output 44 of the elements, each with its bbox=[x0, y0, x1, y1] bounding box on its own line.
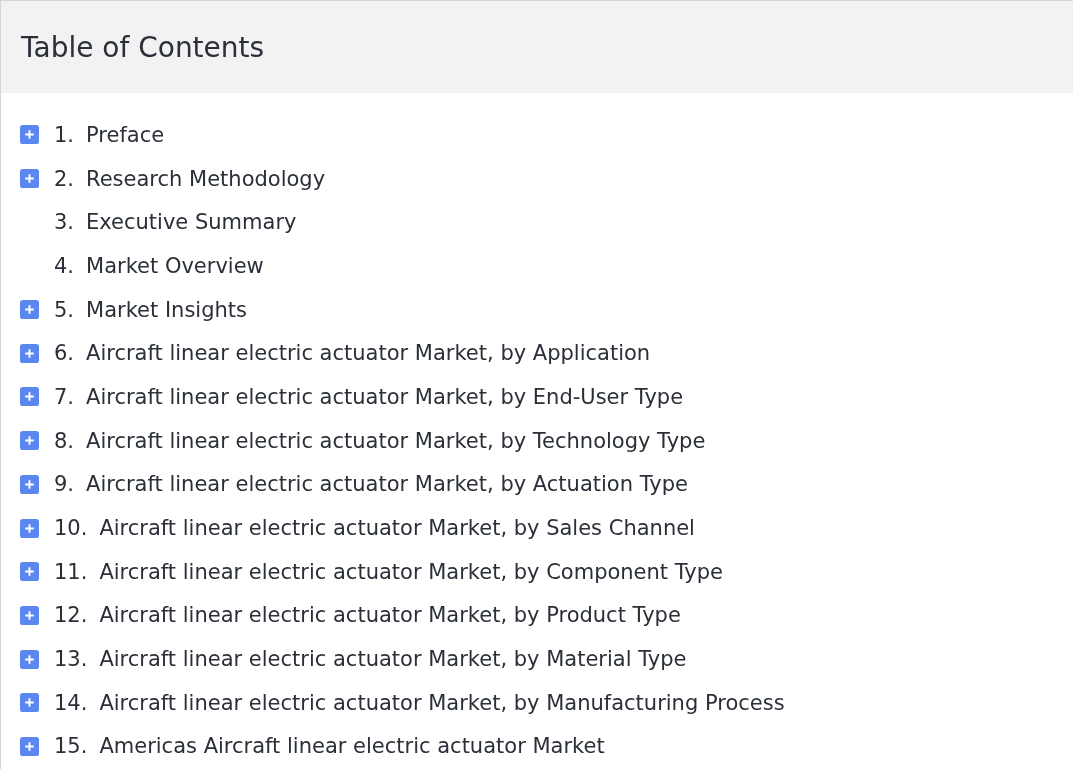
expand-icon[interactable] bbox=[20, 562, 39, 582]
section-link[interactable]: Aircraft linear electric actuator Market, by Manufacturing Process bbox=[99, 690, 785, 715]
section-number: 4. bbox=[54, 253, 75, 278]
section-number: 1. bbox=[54, 122, 75, 147]
expand-icon[interactable] bbox=[20, 649, 39, 669]
expand-icon[interactable] bbox=[20, 300, 39, 320]
section-link[interactable]: Aircraft linear electric actuator Market, by Technology Type bbox=[86, 428, 706, 453]
section-number: 5. bbox=[54, 297, 75, 322]
expand-icon[interactable] bbox=[20, 169, 39, 189]
section-link[interactable]: Aircraft linear electric actuator Market, by Sales Channel bbox=[99, 516, 695, 541]
section-link[interactable]: Research Methodology bbox=[86, 166, 326, 191]
section-number: 8. bbox=[54, 428, 75, 453]
section-number: 9. bbox=[54, 472, 75, 497]
expand-icon[interactable] bbox=[20, 474, 39, 494]
section-link[interactable]: Preface bbox=[86, 122, 165, 147]
expand-icon[interactable] bbox=[20, 343, 39, 363]
section-link[interactable]: Market Insights bbox=[86, 297, 247, 322]
section-link[interactable]: Americas Aircraft linear electric actuator Market bbox=[99, 734, 605, 759]
expand-icon[interactable] bbox=[20, 431, 39, 451]
expand-icon[interactable] bbox=[20, 605, 39, 625]
section-link[interactable]: Aircraft linear electric actuator Market, by Material Type bbox=[99, 647, 687, 672]
section-number: 3. bbox=[54, 210, 75, 235]
section-link[interactable]: Aircraft linear electric actuator Market, by Component Type bbox=[99, 559, 723, 584]
expand-icon[interactable] bbox=[20, 693, 39, 713]
section-link[interactable]: Aircraft linear electric actuator Market, by Actuation Type bbox=[86, 472, 688, 497]
section-link[interactable]: Aircraft linear electric actuator Market, by Product Type bbox=[99, 603, 681, 628]
section-number: 6. bbox=[54, 341, 75, 366]
expand-icon[interactable] bbox=[20, 736, 39, 756]
expand-icon[interactable] bbox=[20, 387, 39, 407]
section-number: 7. bbox=[54, 384, 75, 409]
section-number: 11. bbox=[54, 559, 88, 584]
section-link[interactable]: Aircraft linear electric actuator Market, by End-User Type bbox=[86, 384, 684, 409]
section-number: 12. bbox=[54, 603, 88, 628]
section-number: 15. bbox=[54, 734, 88, 759]
section-number: 10. bbox=[54, 516, 88, 541]
section-link[interactable]: Executive Summary bbox=[86, 210, 297, 235]
section-link[interactable]: Aircraft linear electric actuator Market, by Application bbox=[86, 341, 651, 366]
section-link[interactable]: Market Overview bbox=[86, 253, 264, 278]
expand-icon[interactable] bbox=[20, 125, 39, 145]
section-number: 2. bbox=[54, 166, 75, 191]
section-number: 13. bbox=[54, 647, 88, 672]
expand-icon[interactable] bbox=[20, 518, 39, 538]
section-number: 14. bbox=[54, 690, 88, 715]
panel-title: Table of Contents bbox=[21, 30, 265, 64]
